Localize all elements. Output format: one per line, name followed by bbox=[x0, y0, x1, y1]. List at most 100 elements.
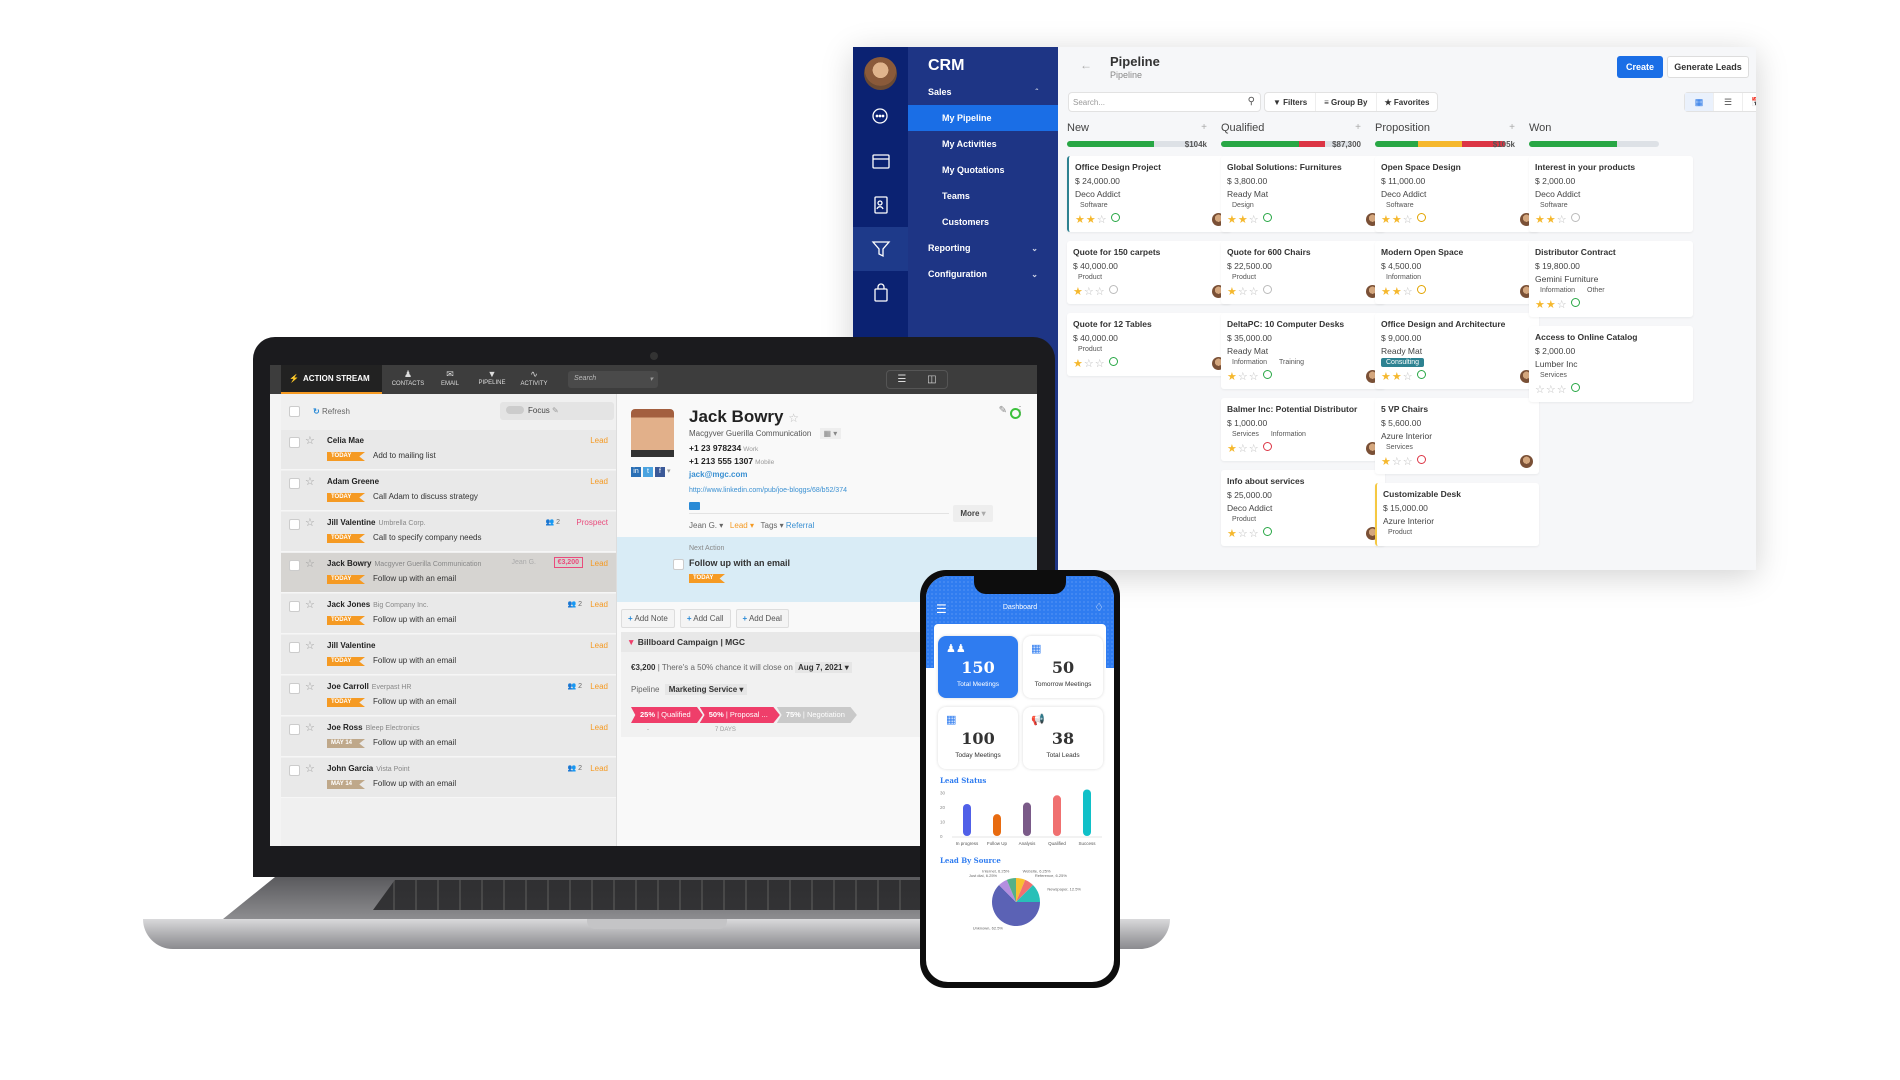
tags-dropdown[interactable]: Tags bbox=[761, 521, 778, 530]
menu-customers[interactable]: Customers bbox=[908, 209, 1058, 235]
menu-sales[interactable]: Sales ˆ bbox=[908, 79, 1058, 105]
menu-configuration[interactable]: Configuration ⌄ bbox=[908, 261, 1058, 287]
focus-toggle[interactable]: Focus ✎ bbox=[500, 402, 614, 420]
star-icon[interactable]: ☆ bbox=[1403, 214, 1414, 226]
star-icon[interactable]: ★ bbox=[1227, 371, 1238, 383]
next-action-checkbox[interactable] bbox=[673, 559, 684, 570]
star-icon[interactable]: ★ bbox=[1227, 528, 1238, 540]
linkedin-icon[interactable]: in bbox=[631, 467, 641, 477]
contact-name[interactable]: John Garcia Vista Point bbox=[327, 764, 410, 773]
star-icon[interactable]: ★ bbox=[1546, 214, 1557, 226]
more-button[interactable]: More ▾ bbox=[953, 505, 993, 522]
star-icon[interactable]: ☆ bbox=[1095, 358, 1106, 370]
more-vertical-icon[interactable]: ⋮ bbox=[1015, 405, 1025, 416]
star-icon[interactable]: ☆ bbox=[1238, 286, 1249, 298]
progress-segment[interactable] bbox=[1067, 141, 1155, 147]
phone-work[interactable]: +1 23 978234 Work bbox=[689, 443, 758, 453]
calendar-icon[interactable] bbox=[853, 139, 908, 183]
activity-clock-icon[interactable] bbox=[1262, 527, 1272, 536]
star-icon[interactable]: ☆ bbox=[788, 411, 799, 425]
row-checkbox[interactable] bbox=[289, 437, 300, 448]
stream-row[interactable]: ☆ Jack Bowry Macgyver Guerilla Communicati… bbox=[281, 553, 616, 593]
star-icon[interactable]: ☆ bbox=[1249, 214, 1260, 226]
star-icon[interactable]: ★ bbox=[1381, 371, 1392, 383]
contact-name[interactable]: Jill Valentine Umbrella Corp. bbox=[327, 518, 426, 527]
generate-leads-button[interactable]: Generate Leads bbox=[1667, 56, 1749, 78]
stage-proposal[interactable]: 50% | Proposal ... bbox=[699, 707, 780, 723]
add-deal-button[interactable]: + Add Deal bbox=[735, 609, 789, 628]
star-icon[interactable]: ☆ bbox=[305, 721, 315, 734]
star-icon[interactable]: ☆ bbox=[305, 557, 315, 570]
menu-my-quotations[interactable]: My Quotations bbox=[908, 157, 1058, 183]
star-icon[interactable]: ★ bbox=[1381, 456, 1392, 468]
chat-icon[interactable] bbox=[853, 95, 908, 139]
back-arrow-icon[interactable]: ← bbox=[1080, 58, 1092, 72]
edit-pencil-icon[interactable]: ✎ bbox=[999, 405, 1007, 416]
owner-dropdown[interactable]: Jean G. bbox=[689, 521, 717, 530]
star-icon[interactable]: ☆ bbox=[1238, 443, 1249, 455]
add-contact-icon[interactable] bbox=[689, 502, 700, 510]
stream-row[interactable]: ☆ Jill Valentine Umbrella Corp. TODAY Call t… bbox=[281, 512, 616, 552]
row-checkbox[interactable] bbox=[289, 560, 300, 571]
activity-clock-icon[interactable] bbox=[1570, 383, 1580, 392]
list-icon[interactable]: ☰ bbox=[1714, 93, 1743, 111]
star-icon[interactable]: ☆ bbox=[1557, 214, 1568, 226]
activity-clock-icon[interactable] bbox=[1416, 455, 1426, 464]
star-icon[interactable]: ★ bbox=[1535, 214, 1546, 226]
star-icon[interactable]: ☆ bbox=[1392, 456, 1403, 468]
star-icon[interactable]: ☆ bbox=[1249, 371, 1260, 383]
star-icon[interactable]: ★ bbox=[1392, 214, 1403, 226]
menu-reporting[interactable]: Reporting ⌄ bbox=[908, 235, 1058, 261]
stream-row[interactable]: ☆ Joe Ross Bleep Electronics MAY 14 Follow u… bbox=[281, 717, 616, 757]
lead-card[interactable]: Quote for 150 carpets $ 40,000.00 Product ★… bbox=[1067, 241, 1231, 304]
lead-card[interactable]: Info about services $ 25,000.00 Deco Addic… bbox=[1221, 470, 1385, 546]
tab-pipeline[interactable]: ▼ PIPELINE bbox=[472, 369, 512, 386]
lead-card[interactable]: Interest in your products $ 2,000.00 Deco … bbox=[1529, 156, 1693, 232]
email-link[interactable]: jack@mgc.com bbox=[689, 470, 748, 479]
star-icon[interactable]: ☆ bbox=[1084, 358, 1095, 370]
filters-button[interactable]: ▼ Filters bbox=[1265, 93, 1317, 111]
star-icon[interactable]: ★ bbox=[1546, 299, 1557, 311]
row-checkbox[interactable] bbox=[289, 642, 300, 653]
star-icon[interactable]: ☆ bbox=[1403, 371, 1414, 383]
star-icon[interactable]: ☆ bbox=[1249, 443, 1260, 455]
progress-segment[interactable] bbox=[1529, 141, 1618, 147]
refresh-button[interactable]: ↻ Refresh bbox=[313, 407, 350, 416]
star-icon[interactable]: ☆ bbox=[1084, 286, 1095, 298]
add-card-icon[interactable]: + bbox=[1201, 122, 1207, 133]
star-icon[interactable]: ☆ bbox=[1403, 456, 1414, 468]
star-icon[interactable]: ★ bbox=[1227, 443, 1238, 455]
row-checkbox[interactable] bbox=[289, 724, 300, 735]
star-icon[interactable]: ☆ bbox=[1546, 384, 1557, 396]
toggle-switch[interactable] bbox=[506, 406, 524, 414]
tile-total-meetings[interactable]: ♟♟ 150 Total Meetings bbox=[938, 636, 1018, 698]
star-icon[interactable]: ☆ bbox=[305, 598, 315, 611]
activity-clock-icon[interactable] bbox=[1570, 213, 1580, 222]
activity-clock-icon[interactable] bbox=[1570, 298, 1580, 307]
lead-card[interactable]: Customizable Desk $ 15,000.00 Azure Interi… bbox=[1375, 483, 1539, 546]
activity-clock-icon[interactable] bbox=[1416, 213, 1426, 222]
row-checkbox[interactable] bbox=[289, 519, 300, 530]
contact-name[interactable]: Jill Valentine bbox=[327, 641, 375, 650]
favorites-button[interactable]: ★ Favorites bbox=[1377, 93, 1438, 111]
stage-negotiation[interactable]: 75% | Negotiation bbox=[776, 707, 857, 723]
add-call-button[interactable]: + Add Call bbox=[679, 609, 731, 628]
tab-activity[interactable]: ∿ ACTIVITY bbox=[514, 369, 554, 387]
list-view-icon[interactable]: ☰ bbox=[897, 374, 906, 385]
stream-row[interactable]: ☆ Jack Jones Big Company Inc. TODAY Follow u… bbox=[281, 594, 616, 634]
star-icon[interactable]: ☆ bbox=[305, 680, 315, 693]
stream-row[interactable]: ☆ Joe Carroll Everpast HR TODAY Follow up wi… bbox=[281, 676, 616, 716]
star-icon[interactable]: ☆ bbox=[305, 434, 315, 447]
tab-action-stream[interactable]: ⚡ ACTION STREAM bbox=[281, 365, 382, 394]
row-checkbox[interactable] bbox=[289, 601, 300, 612]
star-icon[interactable]: ☆ bbox=[1403, 286, 1414, 298]
bell-icon[interactable]: ♢ bbox=[1094, 601, 1104, 614]
contact-name[interactable]: Jack Bowry Macgyver Guerilla Communicatio… bbox=[327, 559, 481, 568]
stream-row[interactable]: ☆ Jill Valentine TODAY Follow up with an em… bbox=[281, 635, 616, 675]
lead-card[interactable]: Office Design Project $ 24,000.00 Deco Add… bbox=[1067, 156, 1231, 232]
star-icon[interactable]: ☆ bbox=[1557, 299, 1568, 311]
contact-name[interactable]: Joe Ross Bleep Electronics bbox=[327, 723, 420, 732]
add-note-button[interactable]: + Add Note bbox=[621, 609, 675, 628]
star-icon[interactable]: ★ bbox=[1227, 214, 1238, 226]
star-icon[interactable]: ☆ bbox=[305, 516, 315, 529]
